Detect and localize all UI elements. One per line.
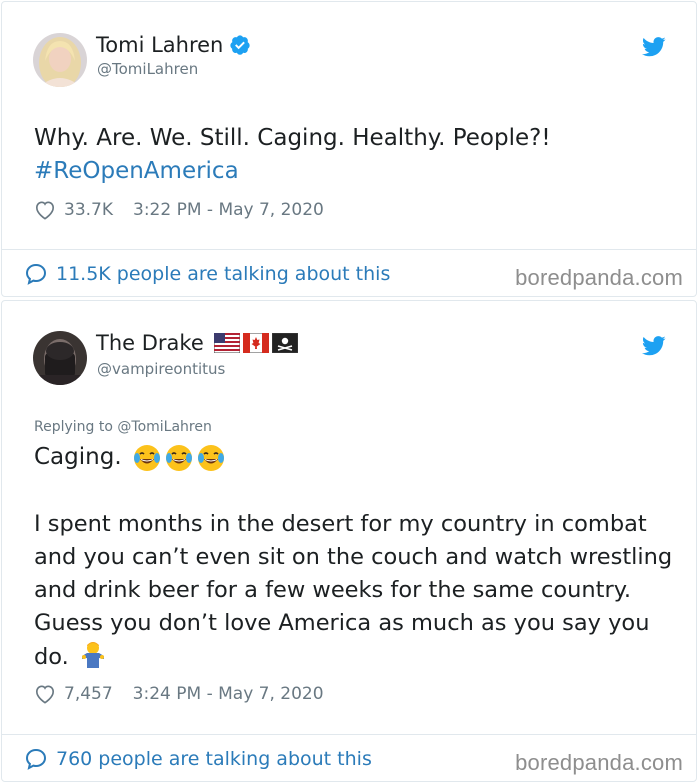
man-shrugging-emoji-icon: [81, 642, 104, 668]
tweet-text: Why. Are. We. Still. Caging. Healthy. Pe…: [34, 122, 656, 188]
talking-link[interactable]: 760 people are talking about this: [24, 747, 372, 771]
talking-text[interactable]: 760 people are talking about this: [56, 748, 372, 770]
replying-to: Replying to @TomiLahren: [34, 419, 212, 435]
display-name[interactable]: The Drake: [96, 331, 298, 355]
laughing-emoji-group: [132, 443, 226, 473]
timestamp[interactable]: 3:24 PM - May 7, 2020: [133, 684, 324, 704]
display-name-text[interactable]: Tomi Lahren: [96, 33, 223, 57]
like-count[interactable]: 33.7K: [64, 200, 113, 220]
verified-badge-icon: [230, 35, 250, 55]
hashtag-link[interactable]: #ReOpenAmerica: [34, 155, 656, 188]
flag-group: [213, 333, 298, 353]
reply-paragraph-text: I spent months in the desert for my coun…: [34, 511, 673, 670]
laughing-crying-emoji-icon: [165, 444, 192, 471]
handle[interactable]: @vampireontitus: [97, 360, 225, 378]
reply-paragraph: I spent months in the desert for my coun…: [34, 508, 674, 674]
speech-bubble-icon: [25, 263, 47, 285]
avatar[interactable]: [33, 33, 87, 87]
display-name[interactable]: Tomi Lahren: [96, 33, 251, 57]
tweet-body: Why. Are. We. Still. Caging. Healthy. Pe…: [34, 125, 551, 151]
tweet-card-drake: The Drake @vampireontitus Replying to @T…: [1, 300, 697, 782]
reply-first-line: Caging.: [34, 441, 226, 474]
twitter-bird-icon[interactable]: [642, 37, 666, 57]
twitter-bird-icon[interactable]: [642, 336, 666, 356]
display-name-text[interactable]: The Drake: [96, 331, 204, 355]
watermark: boredpanda.com: [515, 750, 683, 775]
watermark: boredpanda.com: [515, 265, 683, 290]
speech-bubble-icon: [25, 748, 47, 770]
laughing-crying-emoji-icon: [197, 444, 224, 471]
heart-icon[interactable]: [34, 684, 56, 704]
divider: [2, 734, 696, 735]
tweet-meta: 33.7K 3:22 PM - May 7, 2020: [34, 200, 324, 220]
us-flag-icon: [213, 333, 240, 353]
timestamp[interactable]: 3:22 PM - May 7, 2020: [133, 200, 324, 220]
replying-prefix: Replying to: [34, 419, 118, 435]
canada-flag-icon: [242, 333, 269, 353]
heart-icon[interactable]: [34, 200, 56, 220]
like-count[interactable]: 7,457: [64, 684, 113, 704]
tweet-meta: 7,457 3:24 PM - May 7, 2020: [34, 684, 324, 704]
divider: [2, 249, 696, 250]
pirate-flag-icon: [271, 333, 298, 353]
talking-text[interactable]: 11.5K people are talking about this: [56, 263, 390, 285]
laughing-crying-emoji-icon: [133, 444, 160, 471]
replying-handle-link[interactable]: @TomiLahren: [117, 419, 211, 435]
handle[interactable]: @TomiLahren: [97, 60, 198, 78]
reply-caging-text: Caging.: [34, 444, 122, 470]
tweet-card-tomi: Tomi Lahren @TomiLahren Why. Are. We. St…: [1, 1, 697, 297]
talking-link[interactable]: 11.5K people are talking about this: [24, 262, 390, 286]
avatar[interactable]: [33, 331, 87, 385]
